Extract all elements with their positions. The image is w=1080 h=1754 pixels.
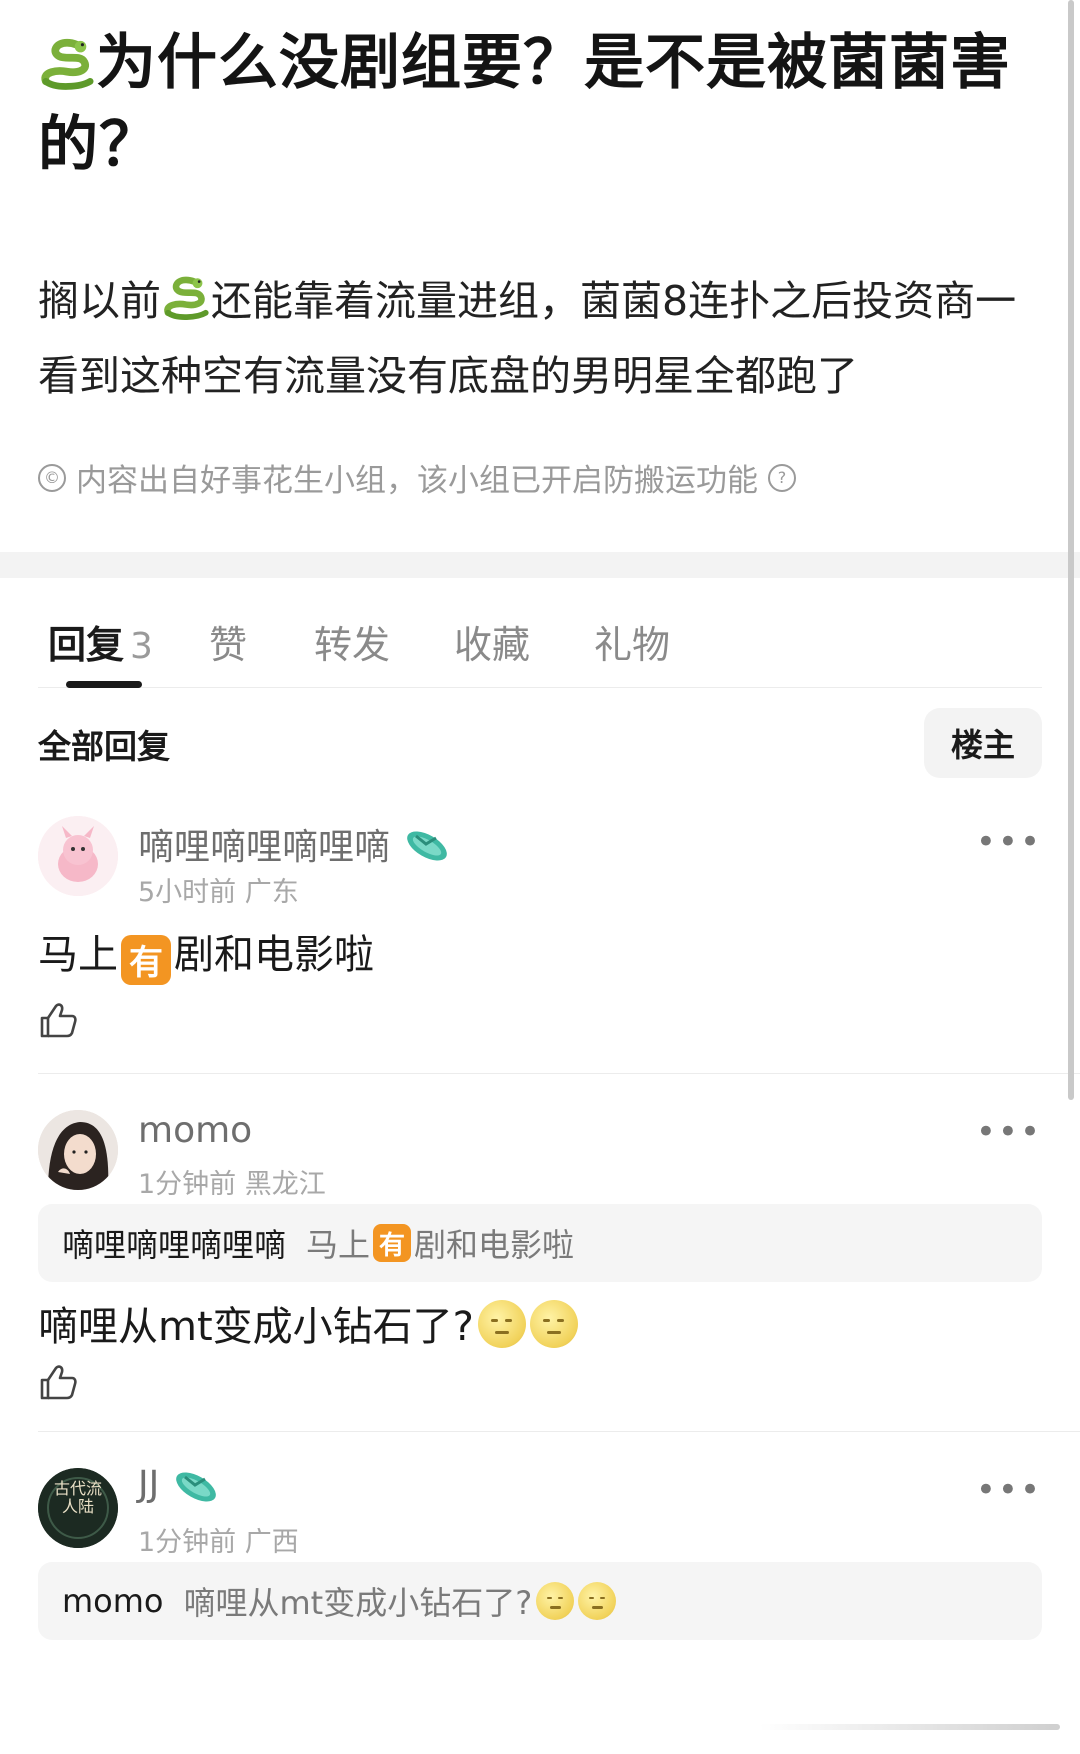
snake-icon (164, 276, 209, 320)
source-note: © 内容出自好事花生小组，该小组已开启防搬运功能 ? (38, 455, 796, 500)
comment-username-text: JJ (138, 1464, 160, 1505)
tab-reposts[interactable]: 转发 (314, 614, 390, 669)
comment-meta: 1分钟前 广西 (138, 1527, 299, 1558)
comment-item: momo 1分钟前 黑龙江 ••• 嘀哩嘀哩嘀哩嘀 马上有剧和电影啦 嘀哩从mt… (38, 1074, 1080, 1432)
comment-username[interactable]: 嘀哩嘀哩嘀哩嘀 (138, 818, 452, 870)
owner-only-button[interactable]: 楼主 (924, 708, 1042, 778)
moon-face-emoji (529, 1300, 578, 1348)
tab-gifts[interactable]: 礼物 (594, 614, 670, 669)
flip-flop-icon (176, 1471, 217, 1502)
comment-item: 嘀哩嘀哩嘀哩嘀 5小时前 广东 ••• 马上有剧和电影啦 (38, 792, 1080, 1074)
like-icon[interactable] (38, 1362, 78, 1402)
avatar[interactable] (38, 816, 118, 896)
more-icon[interactable]: ••• (976, 1470, 1042, 1510)
tab-replies-label: 回复 (48, 623, 125, 667)
avatar-image (38, 816, 118, 896)
replies-title: 全部回复 (38, 727, 170, 766)
tab-replies-count: 3 (130, 626, 153, 667)
flip-flop-icon (407, 831, 447, 861)
comment-item: 古代流人陆 JJ 1分钟前 广西 ••• momo 嘀哩从mt变成小钻石了? (38, 1432, 1042, 1662)
moon-face-emoji (477, 1300, 526, 1348)
comment-username-text: 嘀哩嘀哩嘀哩嘀 (138, 827, 391, 868)
tab-likes[interactable]: 赞 (209, 614, 247, 669)
post-title-text: 为什么没剧组要？是不是被菌菌害的？ (38, 28, 1011, 180)
tab-replies[interactable]: 回复 3 (48, 614, 153, 669)
avatar-calligraphy: 古代流人陆 (53, 1479, 102, 1516)
section-divider (0, 552, 1080, 578)
like-icon[interactable] (38, 1000, 78, 1040)
interaction-tabs: 回复 3 赞 转发 收藏 礼物 (38, 578, 1042, 688)
post-body-part1: 搁以前 (38, 277, 161, 325)
post-header: 为什么没剧组要？是不是被菌菌害的？ 搁以前 还能靠着流量进组，菌菌8连扑之后投资… (0, 0, 1080, 552)
avatar[interactable] (38, 1110, 118, 1190)
post-body: 搁以前 还能靠着流量进组，菌菌8连扑之后投资商一看到这种空有流量没有底盘的男明星… (38, 264, 1042, 414)
moon-face-emoji (578, 1582, 617, 1620)
quoted-reply[interactable]: 嘀哩嘀哩嘀哩嘀 马上有剧和电影啦 (38, 1204, 1042, 1282)
you-emoji-badge: 有 (373, 1224, 412, 1262)
comment-meta: 1分钟前 黑龙江 (138, 1169, 326, 1200)
you-emoji-badge: 有 (121, 934, 171, 985)
comment-username[interactable]: JJ (138, 1464, 221, 1505)
quoted-text-before: 马上 (306, 1226, 371, 1264)
avatar-image (38, 1110, 118, 1190)
quoted-text: 嘀哩从mt变成小钻石了? (183, 1584, 533, 1622)
comment-text: 马上有剧和电影啦 (38, 922, 374, 985)
quoted-text-after: 剧和电影啦 (414, 1226, 575, 1264)
replies-header: 全部回复 楼主 (38, 688, 1042, 792)
comment-text-body: 嘀哩从mt变成小钻石了? (38, 1304, 474, 1350)
comment-text-before: 马上 (38, 932, 118, 978)
scrollbar[interactable] (1068, 0, 1074, 1100)
comment-text-after: 剧和电影啦 (174, 932, 374, 978)
bottom-fade (760, 1724, 1060, 1730)
quoted-username: 嘀哩嘀哩嘀哩嘀 (62, 1226, 287, 1264)
active-tab-indicator (66, 681, 142, 688)
comment-username-text: momo (138, 1110, 253, 1151)
source-note-text: 内容出自好事花生小组，该小组已开启防搬运功能 (76, 463, 758, 499)
help-icon[interactable]: ? (768, 463, 796, 492)
tab-favorites[interactable]: 收藏 (454, 614, 530, 669)
moon-face-emoji (536, 1582, 575, 1620)
more-icon[interactable]: ••• (976, 1112, 1042, 1152)
copyright-icon: © (38, 463, 66, 492)
post-title: 为什么没剧组要？是不是被菌菌害的？ (38, 22, 1042, 186)
avatar[interactable]: 古代流人陆 (38, 1468, 118, 1548)
quoted-username: momo (62, 1582, 164, 1620)
comment-username[interactable]: momo (138, 1110, 252, 1151)
quoted-reply[interactable]: momo 嘀哩从mt变成小钻石了? (38, 1562, 1042, 1640)
comment-text: 嘀哩从mt变成小钻石了? (38, 1294, 578, 1352)
comment-meta: 5小时前 广东 (138, 877, 299, 908)
more-icon[interactable]: ••• (976, 822, 1042, 862)
snake-icon (41, 38, 94, 90)
